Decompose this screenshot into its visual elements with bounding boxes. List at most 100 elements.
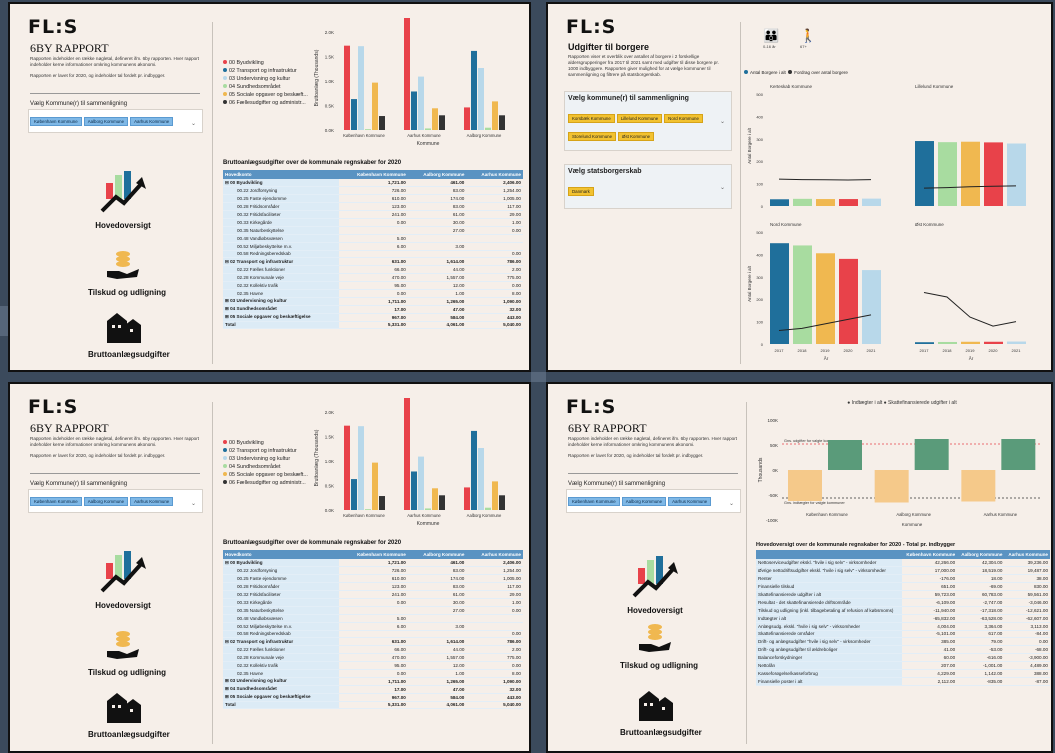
chevron-down-icon[interactable]: ⌄ xyxy=(720,118,725,125)
table-row[interactable]: 02.32 Kollektiv trafik 95.00 12.00 0.00 xyxy=(223,661,523,670)
table-row[interactable]: Skattefinansierede udgifter i alt 59,723.… xyxy=(756,590,1050,599)
column-header[interactable]: Aalborg Kommune xyxy=(407,170,467,179)
table-row[interactable]: 02.35 Havne 0.00 1.00 8.00 xyxy=(223,289,523,298)
nav-tilskud[interactable]: Tilskud og udligning xyxy=(88,249,166,297)
table-row[interactable]: 00.52 Miljøbeskyttelse m.v. 6.00 3.00 xyxy=(223,622,523,631)
table-row[interactable]: ⊟ 02 Transport og infrastruktur 631.00 1,6… xyxy=(223,637,523,647)
table-row[interactable]: ⊞ 05 Sociale opgaver og beskæftigelse 967… xyxy=(223,313,523,322)
chevron-down-icon[interactable]: ⌄ xyxy=(191,500,196,507)
column-header[interactable] xyxy=(756,550,902,559)
chevron-down-icon[interactable]: ⌄ xyxy=(729,500,734,507)
elderly-age-button[interactable]: 🚶 67+ xyxy=(800,28,816,49)
nav-hovedoversigt[interactable]: Hovedoversigt xyxy=(88,169,158,230)
nav-bruttoanlaeg[interactable]: Bruttoanlægsudgifter xyxy=(88,689,170,739)
nav-bruttoanlaeg[interactable]: Bruttoanlægsudgifter xyxy=(88,309,170,359)
table-row[interactable]: Resultat - det skattefinansierede drifts… xyxy=(756,598,1050,607)
column-header[interactable]: Aarhus Kommune xyxy=(466,550,523,559)
table-row[interactable]: Renter -176.00 18.00 38.00 xyxy=(756,574,1050,584)
child-age-button[interactable]: 👪 0-16 år xyxy=(763,28,779,49)
column-header[interactable]: Aalborg Kommune xyxy=(407,550,467,559)
chip-aalborg[interactable]: Aalborg Kommune xyxy=(83,117,129,126)
chip-aalborg[interactable]: Aalborg Kommune xyxy=(621,497,667,506)
table-row[interactable]: Finansielle poster i alt 2,112.00 -835.00-… xyxy=(756,677,1050,686)
nav-tilskud[interactable]: Tilskud og udligning xyxy=(88,629,166,677)
table-row[interactable]: ⊞ 04 Sundhedsområdet 17.00 47.00 32.00 xyxy=(223,685,523,694)
chip-danmark[interactable]: Danmark xyxy=(568,187,594,196)
table-row[interactable]: Finansielle tilskud 651.00 -69.00 830.00 xyxy=(756,582,1050,592)
table-row[interactable]: 00.32 Fritidsfaciliteter 241.00 61.00 29.00 xyxy=(223,210,523,219)
table-row[interactable]: Nettoserviceudgifter ekskl. "hvile i sig… xyxy=(756,559,1050,568)
chevron-down-icon[interactable]: ⌄ xyxy=(720,184,725,191)
table-row[interactable]: 00.33 Kirkegårde 0.00 30.00 1.00 xyxy=(223,598,523,607)
table-row[interactable]: 02.35 Havne 0.00 1.00 8.00 xyxy=(223,669,523,678)
table-row[interactable]: 00.22 Jordforsyning 726.00 83.00 1,254.00 xyxy=(223,186,523,196)
legend-item[interactable]: 03 Undervisning og kultur xyxy=(223,455,308,463)
table-row[interactable]: 00.22 Jordforsyning 726.00 83.00 1,254.00 xyxy=(223,566,523,576)
legend-item[interactable]: 05 Sociale opgaver og beskæft... xyxy=(223,471,308,479)
column-header[interactable]: Aarhus Kommune xyxy=(1004,550,1050,559)
nav-tilskud[interactable]: Tilskud og udligning xyxy=(620,622,698,670)
legend-item[interactable]: 00 Byudvikling xyxy=(223,59,308,67)
legend-item[interactable]: 04 Sundhedsområdet xyxy=(223,83,308,91)
table-row[interactable]: 00.58 Redningsberedskab 0.00 xyxy=(223,630,523,639)
chip-aalborg[interactable]: Aalborg Kommune xyxy=(83,497,129,506)
table-row[interactable]: Tilskud og udligning (inkl. tilbagebetal… xyxy=(756,606,1050,615)
legend-item[interactable]: 02 Transport og infrastruktur xyxy=(223,67,308,75)
table-row[interactable]: Nettolån 207.00 -1,001.00 4,489.00 xyxy=(756,661,1050,670)
chip-aarhus[interactable]: Aarhus Kommune xyxy=(130,117,174,126)
nav-hovedoversigt[interactable]: Hovedoversigt xyxy=(620,554,690,615)
table-row[interactable]: 00.35 Naturbeskyttelse 27.00 0.00 xyxy=(223,226,523,235)
chip-aarhus[interactable]: Aarhus Kommune xyxy=(130,497,174,506)
table-row[interactable]: Balanceforskydninger 60.00 -616.00 -3,900.0… xyxy=(756,653,1050,663)
table-row[interactable]: 02.28 Kommunale veje 470.00 1,557.00 775.00 xyxy=(223,653,523,663)
column-header[interactable]: København Kommune xyxy=(901,550,958,559)
table-row[interactable]: 02.22 Fælles funktioner 66.00 44.00 2.00 xyxy=(223,265,523,275)
table-row[interactable]: 00.48 Vandløbsvæsen 5.00 xyxy=(223,234,523,243)
nav-hovedoversigt[interactable]: Hovedoversigt xyxy=(88,549,158,610)
chevron-down-icon[interactable]: ⌄ xyxy=(191,120,196,127)
legend-item[interactable]: 05 Sociale opgaver og beskæft... xyxy=(223,91,308,99)
kommune-slicer[interactable]: København Kommune Aalborg Kommune Aarhus K… xyxy=(566,489,741,513)
table-row[interactable]: Anlægsudg. ekskl. "hvile i sig selv" - v… xyxy=(756,622,1050,631)
chip-kobenhavn[interactable]: København Kommune xyxy=(30,117,82,126)
table-row[interactable]: 00.25 Faste ejendomme 610.00 174.00 1,005.0… xyxy=(223,574,523,584)
table-row[interactable]: 02.32 Kollektiv trafik 95.00 12.00 0.00 xyxy=(223,281,523,290)
table-row[interactable]: ⊟ 02 Transport og infrastruktur 631.00 1,6… xyxy=(223,257,523,267)
table-row[interactable]: 00.48 Vandløbsvæsen 5.00 xyxy=(223,614,523,623)
nav-bruttoanlaeg[interactable]: Bruttoanlægsudgifter xyxy=(620,687,702,737)
statsborgerskab-slicer[interactable]: Vælg statsborgerskab Danmark ⌄ xyxy=(564,164,732,209)
chip-kobenhavn[interactable]: København Kommune xyxy=(568,497,620,506)
column-header[interactable]: Aarhus Kommune xyxy=(466,170,523,179)
table-row[interactable]: ⊟ 00 Byudvikling 1,721.00 461.00 2,406.00 xyxy=(223,559,523,568)
chip-storelund[interactable]: Storelund Kommune xyxy=(568,132,617,141)
column-header[interactable]: Hovedkonto xyxy=(223,550,340,559)
chip-lillelund[interactable]: Lillelund Kommune xyxy=(616,114,663,123)
kommune-slicer[interactable]: København Kommune Aalborg Kommune Aarhus K… xyxy=(28,489,203,513)
table-row[interactable]: Drift- og anlægsudgifter "hvile i sig se… xyxy=(756,637,1050,647)
table-row[interactable]: ⊟ 00 Byudvikling 1,721.00 461.00 2,406.00 xyxy=(223,179,523,188)
legend-item[interactable]: 03 Undervisning og kultur xyxy=(223,75,308,83)
chip-aarhus[interactable]: Aarhus Kommune xyxy=(668,497,712,506)
chip-korsbaek[interactable]: Korsbæk Kommune xyxy=(568,114,615,123)
table-row[interactable]: 00.28 Fritidsområder 123.00 83.00 117.00 xyxy=(223,582,523,592)
table-row[interactable]: 00.35 Naturbeskyttelse 27.00 0.00 xyxy=(223,606,523,615)
table-row[interactable]: Total 5,331.00 4,061.00 5,040.00 xyxy=(223,320,523,330)
legend-item[interactable]: 02 Transport og infrastruktur xyxy=(223,447,308,455)
legend-item[interactable]: 04 Sundhedsområdet xyxy=(223,463,308,471)
table-row[interactable]: Kasseforøgelse/kasseforbrug 4,229.00 1,142… xyxy=(756,669,1050,678)
legend-item[interactable]: 06 Fællesudgifter og administr... xyxy=(223,479,308,487)
column-header[interactable]: Hovedkonto xyxy=(223,170,340,179)
table-row[interactable]: 02.28 Kommunale veje 470.00 1,557.00 775.00 xyxy=(223,273,523,283)
table-row[interactable]: ⊞ 03 Undervisning og kultur 1,711.00 1,265… xyxy=(223,677,523,686)
table-row[interactable]: 00.32 Fritidsfaciliteter 241.00 61.00 29.00 xyxy=(223,590,523,599)
chip-kobenhavn[interactable]: København Kommune xyxy=(30,497,82,506)
table-row[interactable]: Øvrige nettodriftsudgifter ekskl. "hvile… xyxy=(756,566,1050,576)
kommune-slicer[interactable]: København Kommune Aalborg Kommune Aarhus K… xyxy=(28,109,203,133)
legend-item[interactable]: 00 Byudvikling xyxy=(223,439,308,447)
table-row[interactable]: 00.52 Miljøbeskyttelse m.v. 6.00 3.00 xyxy=(223,242,523,251)
table-row[interactable]: 00.58 Redningsberedskab 0.00 xyxy=(223,250,523,259)
kommune-slicer[interactable]: Vælg kommune(r) til sammenligning Korsbæ… xyxy=(564,91,732,151)
chip-nord[interactable]: Nord Kommune xyxy=(664,114,703,123)
legend-item[interactable]: 06 Fællesudgifter og administr... xyxy=(223,99,308,107)
table-row[interactable]: Indtægter i alt -65,832.00 -63,528.00 -62,6… xyxy=(756,614,1050,623)
